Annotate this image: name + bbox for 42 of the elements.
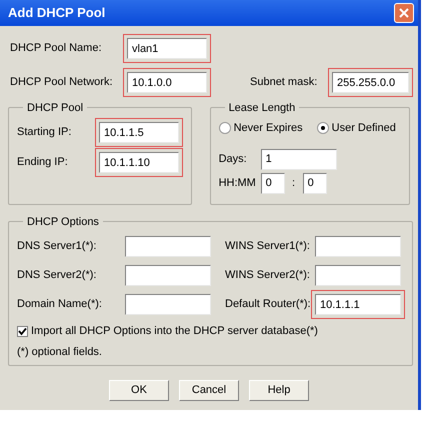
text-field[interactable]: vlan1: [127, 38, 207, 59]
field-label: WINS Server2(*):: [224, 268, 311, 284]
radio-button[interactable]: [218, 122, 231, 134]
radio-option[interactable]: Never Expires: [218, 120, 303, 136]
text-field[interactable]: [125, 236, 211, 257]
text-field[interactable]: 10.1.0.0: [127, 72, 207, 93]
text-field[interactable]: 10.1.1.10: [99, 152, 179, 173]
radio-option[interactable]: User Defined: [316, 120, 396, 136]
text-field[interactable]: 0: [302, 172, 327, 194]
footnote-text: (*) optional fields.: [17, 344, 102, 360]
text-field[interactable]: 10.1.1.5: [99, 122, 179, 143]
field-label: Domain Name(*):: [17, 297, 103, 312]
field-label: DHCP Pool Network:: [9, 75, 114, 90]
text-field[interactable]: 255.255.0.0: [332, 72, 409, 93]
radio-button[interactable]: [316, 122, 329, 134]
dialog-button[interactable]: Help: [249, 380, 309, 401]
text-field[interactable]: [315, 265, 401, 286]
field-label: Default Router(*):: [224, 297, 312, 312]
field-label: Starting IP:: [17, 125, 72, 140]
dialog-button[interactable]: OK: [109, 380, 169, 401]
text-field[interactable]: 0: [260, 172, 285, 194]
field-label: HH:MM: [218, 176, 257, 191]
field-label: Subnet mask:: [250, 75, 318, 90]
checkbox[interactable]: [17, 326, 28, 337]
text-field[interactable]: [125, 265, 211, 286]
window-title: Add DHCP Pool: [8, 4, 106, 22]
dialog-button[interactable]: Cancel: [179, 380, 239, 401]
text-field[interactable]: [315, 236, 401, 257]
text-field[interactable]: [125, 294, 211, 315]
field-label: Ending IP:: [17, 155, 69, 170]
text-field[interactable]: 10.1.1.1: [315, 294, 401, 315]
field-label: DHCP Pool Name:: [9, 41, 102, 56]
text-field[interactable]: 1: [260, 148, 337, 170]
field-label: DNS Server2(*):: [17, 268, 98, 284]
import-checkbox-row[interactable]: Import all DHCP Options into the DHCP server database(*): [17, 323, 412, 340]
group-title: Lease Length: [224, 100, 300, 116]
field-label: WINS Server1(*):: [224, 239, 311, 254]
field-label: DNS Server1(*):: [17, 239, 98, 254]
group-title: DHCP Options: [23, 214, 103, 230]
time-separator: :: [291, 176, 296, 191]
close-icon[interactable]: [394, 3, 414, 23]
field-label: Days:: [218, 152, 248, 167]
